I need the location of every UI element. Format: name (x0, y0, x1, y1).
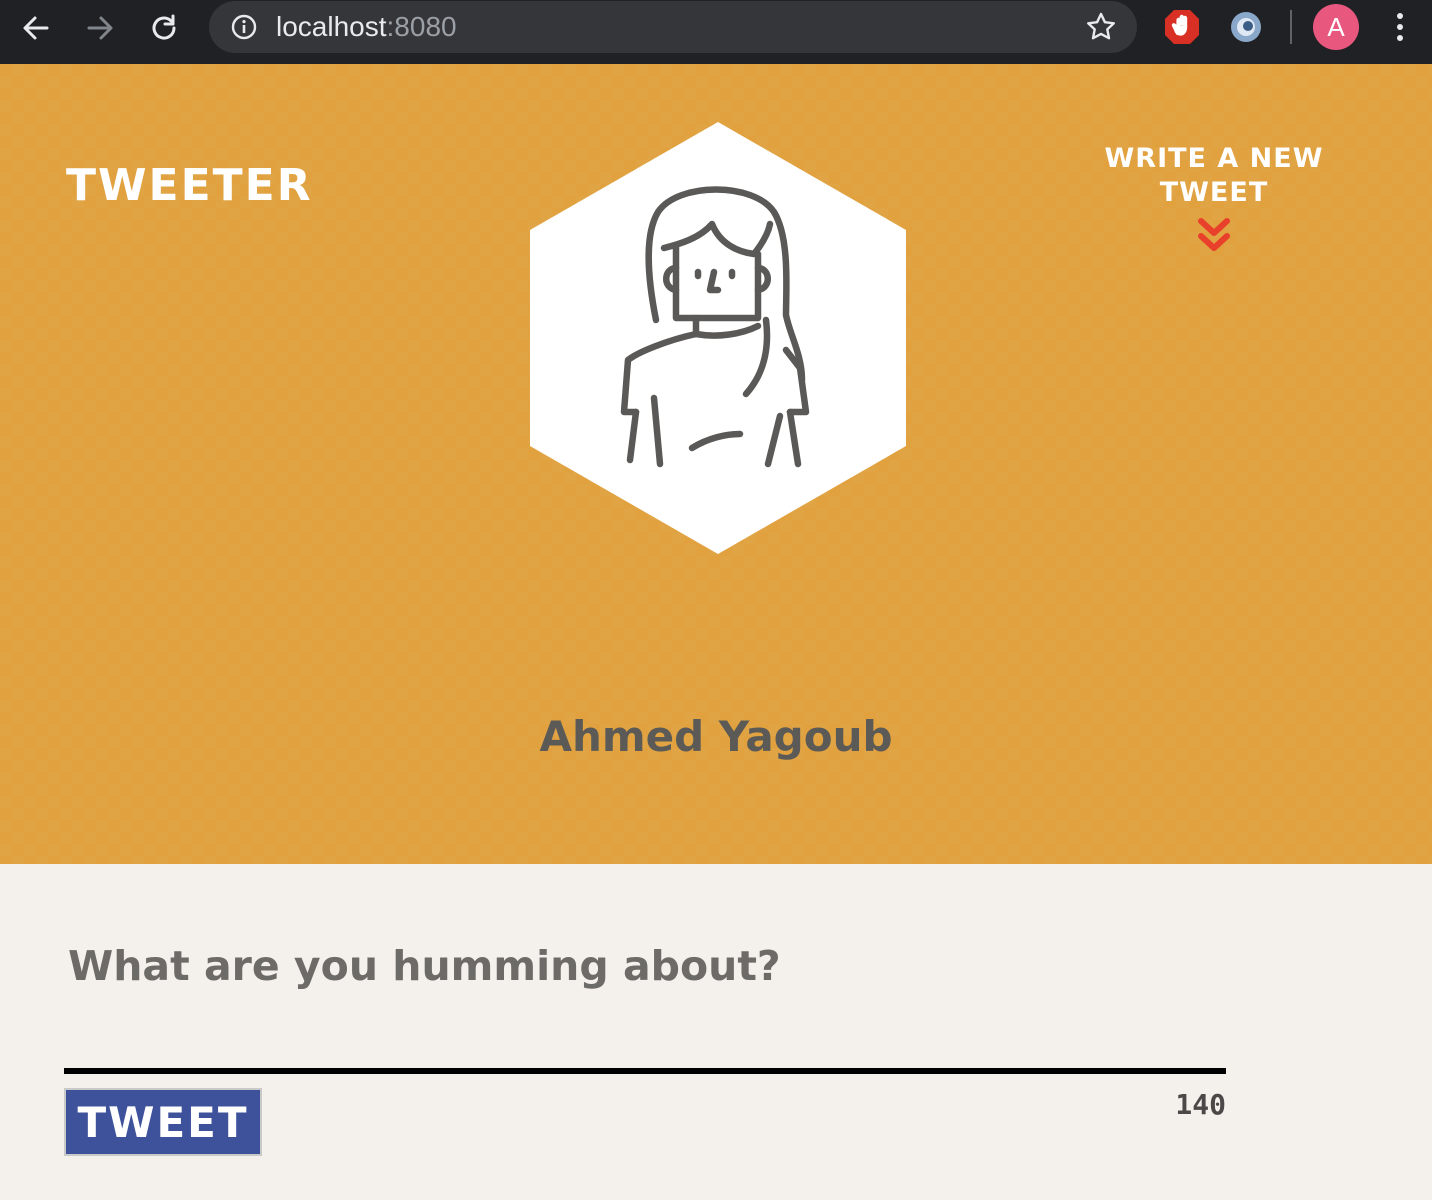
new-tweet-section: Tweet 140 (0, 864, 1432, 1200)
url-port: :8080 (386, 11, 457, 42)
profile-header: Tweeter Write a new tweet (0, 64, 1432, 864)
extension-swirl-icon[interactable] (1227, 8, 1265, 46)
tweet-submit-button[interactable]: Tweet (64, 1088, 262, 1156)
bookmark-star-icon[interactable] (1085, 11, 1117, 43)
reload-icon[interactable] (146, 10, 182, 46)
character-counter: 140 (1175, 1088, 1226, 1121)
profile-avatar[interactable]: A (1313, 4, 1359, 50)
adblock-hand-icon[interactable] (1163, 8, 1201, 46)
browser-toolbar: localhost:8080 A (0, 0, 1432, 64)
write-new-tweet-link[interactable]: Write a new tweet (1052, 142, 1376, 256)
info-icon[interactable] (231, 14, 257, 40)
address-bar[interactable]: localhost:8080 (209, 1, 1137, 53)
back-arrow-icon[interactable] (18, 10, 54, 46)
input-underline (64, 1068, 1226, 1074)
user-avatar (530, 122, 906, 554)
url-host: localhost (276, 11, 387, 42)
url-text[interactable]: localhost:8080 (276, 9, 457, 45)
brand-logo[interactable]: Tweeter (66, 160, 313, 211)
forward-arrow-icon[interactable] (82, 10, 118, 46)
profile-username: Ahmed Yagoub (539, 712, 893, 761)
write-new-tweet-label: Write a new tweet (1104, 143, 1324, 208)
double-chevron-down-icon[interactable] (1197, 216, 1231, 256)
toolbar-separator (1290, 10, 1292, 44)
kebab-menu-icon[interactable] (1388, 10, 1412, 46)
tweet-text-input[interactable] (64, 942, 1234, 1002)
